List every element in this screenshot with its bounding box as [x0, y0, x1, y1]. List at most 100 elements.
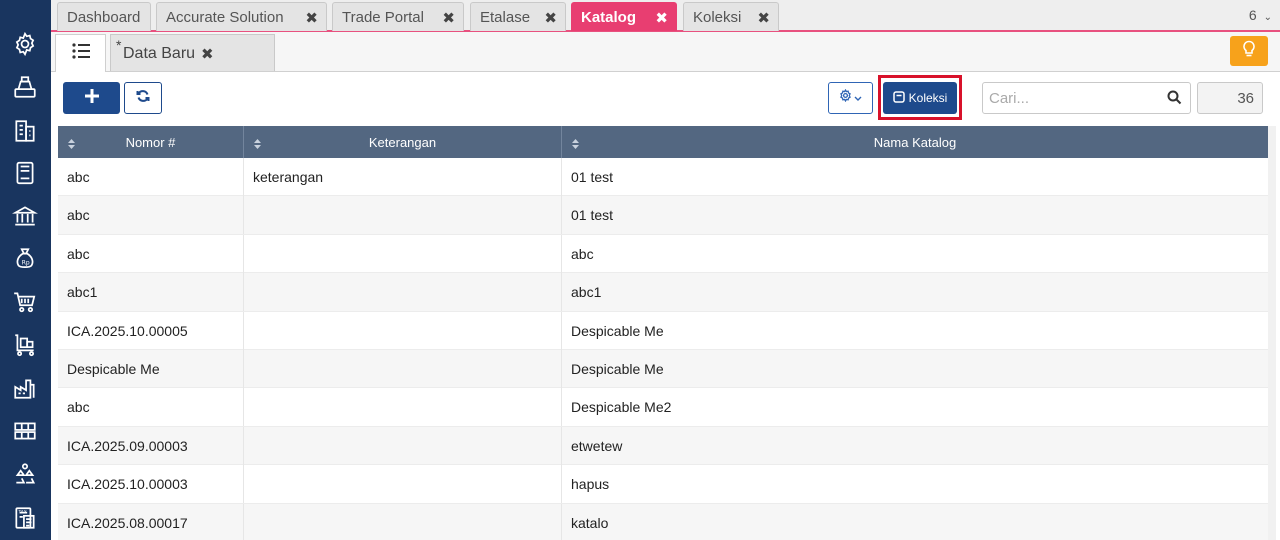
- cell-nama-katalog: abc1: [571, 284, 602, 301]
- column-label: Keterangan: [368, 134, 437, 150]
- tab-label: Katalog: [581, 8, 637, 26]
- tab-label: Trade Portal: [342, 8, 424, 26]
- recycle-icon[interactable]: [11, 460, 39, 488]
- table-header: Nomor # Keterangan Nama Katalog: [58, 126, 1268, 158]
- search-input[interactable]: [984, 84, 1159, 112]
- cell-keterangan: [244, 273, 562, 312]
- book-icon[interactable]: [11, 159, 39, 187]
- money-bag-icon[interactable]: Rp: [11, 245, 39, 273]
- tab-count-value: 6: [1248, 7, 1257, 23]
- add-button[interactable]: [63, 82, 120, 114]
- column-header-nomor[interactable]: Nomor #: [58, 126, 244, 158]
- cell-nomor: ICA.2025.08.00017: [58, 503, 244, 540]
- tab-accurate-solution[interactable]: Accurate Solution ✖: [156, 2, 327, 31]
- tips-button[interactable]: [1230, 36, 1268, 66]
- close-icon[interactable]: ✖: [201, 45, 214, 63]
- cell-nama-katalog: 01 test: [571, 169, 614, 185]
- cell-keterangan: keterangan: [244, 158, 562, 196]
- warehouse-icon[interactable]: [11, 417, 39, 445]
- table-row[interactable]: ICA.2025.10.00003 hapus: [58, 465, 1268, 504]
- table-row[interactable]: abc1 abc1: [58, 273, 1268, 312]
- table-scrollbar[interactable]: [1268, 126, 1276, 540]
- cell-keterangan: [244, 388, 562, 427]
- sort-icon: [572, 137, 579, 152]
- cell-keterangan: [244, 349, 562, 388]
- lightbulb-icon: [1241, 40, 1257, 63]
- close-icon[interactable]: ✖: [442, 9, 455, 27]
- cell-keterangan: [244, 503, 562, 540]
- table-row[interactable]: ICA.2025.08.00017 katalo: [58, 503, 1268, 540]
- tab-label: Data Baru: [123, 45, 196, 62]
- delivery-cart-icon[interactable]: [11, 331, 39, 359]
- cell-nama-katalog: hapus: [571, 476, 610, 493]
- app-window: Rp TAX Dashboard Accurate Solution ✖ Tra…: [0, 0, 1280, 540]
- katalog-table: Nomor # Keterangan Nama Katalog abc kete…: [58, 126, 1268, 540]
- close-icon[interactable]: ✖: [305, 9, 318, 27]
- company-building-icon[interactable]: [11, 117, 39, 145]
- table-body: abc keterangan 01 test abc 01 test abc a…: [58, 158, 1268, 540]
- collection-icon: [892, 90, 905, 106]
- cell-keterangan: [244, 196, 562, 235]
- table-row[interactable]: ICA.2025.09.00003 etwetew: [58, 426, 1268, 466]
- table-row[interactable]: abc Despicable Me2: [58, 388, 1268, 427]
- close-icon[interactable]: ✖: [757, 9, 770, 27]
- list-icon: [71, 42, 91, 65]
- table-row[interactable]: abc abc: [58, 234, 1268, 274]
- cell-nama-katalog: katalo: [571, 514, 609, 531]
- sidebar: Rp TAX: [0, 0, 51, 540]
- cell-keterangan: [244, 426, 562, 465]
- tab-label: Koleksi: [693, 8, 742, 26]
- tab-dashboard[interactable]: Dashboard: [57, 2, 151, 31]
- tab-trade-portal[interactable]: Trade Portal ✖: [332, 2, 464, 31]
- tab-katalog[interactable]: Katalog ✖: [571, 2, 677, 31]
- koleksi-label: Koleksi: [908, 91, 948, 105]
- list-view-tab[interactable]: [55, 34, 106, 72]
- plus-icon: [84, 88, 99, 108]
- cell-nama-katalog: abc: [571, 245, 594, 262]
- search-icon[interactable]: [1167, 90, 1182, 110]
- cell-nomor: abc: [58, 388, 244, 427]
- table-row[interactable]: abc keterangan 01 test: [58, 158, 1268, 197]
- koleksi-button[interactable]: Koleksi: [883, 82, 957, 114]
- search-box: [982, 82, 1191, 114]
- cell-keterangan: [244, 311, 562, 350]
- refresh-button[interactable]: [124, 82, 162, 114]
- column-header-keterangan[interactable]: Keterangan: [244, 126, 562, 158]
- shopping-cart-icon[interactable]: [11, 288, 39, 316]
- table-row[interactable]: Despicable Me Despicable Me: [58, 349, 1268, 389]
- tab-etalase[interactable]: Etalase ✖: [470, 2, 566, 31]
- top-tab-bar: Dashboard Accurate Solution ✖ Trade Port…: [51, 0, 1280, 32]
- cashier-icon[interactable]: [11, 73, 39, 101]
- close-icon[interactable]: ✖: [544, 9, 557, 27]
- tab-count-dropdown[interactable]: 6 ⌄: [1249, 7, 1272, 23]
- tab-label: Dashboard: [67, 8, 141, 26]
- table-row[interactable]: ICA.2025.10.00005 Despicable Me: [58, 311, 1268, 350]
- cell-keterangan: [244, 465, 562, 504]
- settings-gear-icon[interactable]: [11, 30, 39, 58]
- tab-label: Accurate Solution: [166, 8, 284, 26]
- bank-icon[interactable]: [11, 202, 39, 230]
- tax-document-icon[interactable]: TAX: [11, 504, 39, 532]
- column-header-nama-katalog[interactable]: Nama Katalog: [562, 126, 1268, 158]
- close-icon[interactable]: ✖: [655, 9, 668, 27]
- sub-tab-bar: * Data Baru ✖: [51, 32, 1280, 72]
- refresh-icon: [136, 89, 150, 108]
- sort-icon: [254, 137, 261, 152]
- factory-icon[interactable]: [11, 374, 39, 402]
- unsaved-marker: *: [116, 37, 122, 53]
- settings-dropdown-button[interactable]: [828, 82, 873, 114]
- tab-koleksi[interactable]: Koleksi ✖: [683, 2, 779, 31]
- chevron-down-icon: ⌄: [1263, 12, 1272, 23]
- sort-icon: [68, 137, 75, 152]
- cell-nomor: abc: [58, 234, 244, 273]
- tab-data-baru[interactable]: * Data Baru ✖: [110, 34, 275, 71]
- table-row[interactable]: abc 01 test: [58, 196, 1268, 235]
- column-label: Nama Katalog: [873, 134, 957, 150]
- cell-nomor: ICA.2025.10.00005: [58, 311, 244, 350]
- cell-nama-katalog: etwetew: [571, 437, 623, 454]
- column-label: Nomor #: [125, 134, 176, 150]
- cell-nomor: ICA.2025.10.00003: [58, 465, 244, 504]
- tab-label: Etalase: [480, 8, 531, 26]
- cell-keterangan: [244, 234, 562, 273]
- cell-nama-katalog: Despicable Me: [571, 322, 664, 339]
